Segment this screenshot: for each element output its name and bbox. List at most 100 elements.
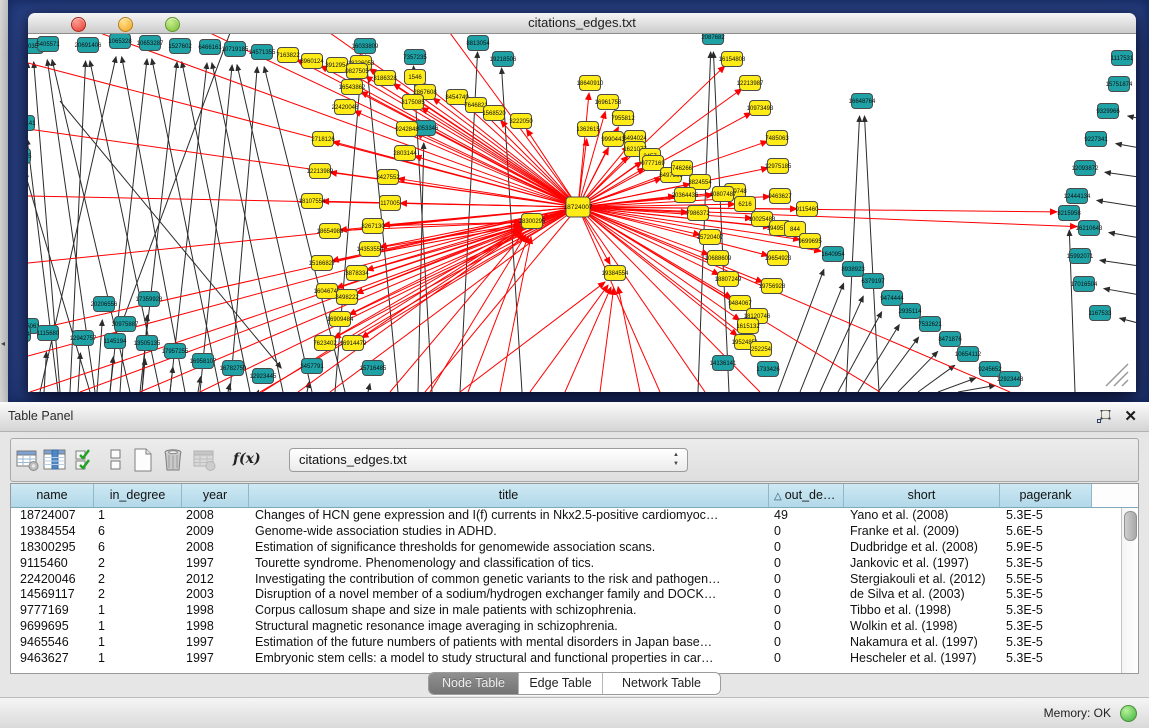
- graph-edge[interactable]: [97, 320, 102, 392]
- graph-node-label: 252254: [751, 347, 772, 353]
- graph-node-label: 8938923: [841, 267, 865, 273]
- graph-edge[interactable]: [152, 59, 220, 392]
- graph-edge[interactable]: [354, 111, 578, 207]
- scrollbar-thumb[interactable]: [1124, 511, 1137, 541]
- graph-edge[interactable]: [230, 67, 257, 392]
- table-row[interactable]: 1456911722003Disruption of a novel membe…: [11, 587, 1122, 603]
- network-canvas[interactable]: 2403554540557120691406106532810653287152…: [28, 34, 1136, 392]
- graph-edge[interactable]: [878, 337, 919, 392]
- graph-edge[interactable]: [1128, 116, 1136, 120]
- graph-node-label: 12093872: [1072, 166, 1099, 172]
- merge-cells-icon[interactable]: [104, 448, 128, 472]
- function-builder-icon[interactable]: f(x): [233, 451, 261, 467]
- graph-nodes[interactable]: 2403554540557120691406106532810653287152…: [28, 34, 1134, 387]
- graph-node-label: 20206556: [91, 302, 118, 308]
- column-header-in_degree[interactable]: in_degree: [94, 484, 182, 507]
- tab-node-table[interactable]: Node Table: [429, 673, 519, 694]
- vertical-scrollbar[interactable]: [1121, 508, 1138, 673]
- column-header-out_de[interactable]: △out_de…: [769, 484, 844, 507]
- network-view-area: ◂ citations_edges.txt: [0, 0, 1149, 402]
- graph-node-label: 7986372: [686, 211, 710, 217]
- float-panel-icon[interactable]: [1097, 410, 1111, 423]
- graph-node-label: 7955812: [611, 116, 635, 122]
- close-panel-icon[interactable]: ✕: [1124, 407, 1137, 426]
- graph-edge[interactable]: [421, 107, 578, 207]
- graph-edge[interactable]: [400, 203, 578, 207]
- table-row[interactable]: 911546021997Tourette syndrome. Phenomeno…: [11, 556, 1122, 572]
- table-row[interactable]: 1938455462009Genome-wide association stu…: [11, 524, 1122, 540]
- graph-edge[interactable]: [368, 384, 370, 392]
- tab-edge-table[interactable]: Edge Table: [519, 673, 603, 694]
- table-cell: Yano et al. (2008): [844, 508, 1000, 524]
- table-column-icon[interactable]: [43, 448, 67, 472]
- column-header-filler: [1092, 484, 1138, 507]
- window-zoom-button[interactable]: [165, 17, 180, 32]
- table-row[interactable]: 1830029562008Estimation of significance …: [11, 540, 1122, 556]
- table-cell: 9777169: [11, 603, 94, 619]
- graph-edge[interactable]: [864, 116, 879, 392]
- tab-network-table[interactable]: Network Table: [603, 673, 720, 694]
- graph-edge[interactable]: [1109, 233, 1136, 239]
- graph-edge[interactable]: [110, 357, 113, 392]
- table-settings-icon[interactable]: [16, 448, 40, 472]
- graph-edge[interactable]: [1105, 172, 1136, 178]
- resize-grip-icon[interactable]: [1106, 364, 1128, 386]
- table-row[interactable]: 2242004622012Investigating the contribut…: [11, 572, 1122, 588]
- graph-node-label: 9115460: [796, 207, 820, 213]
- graph-edge[interactable]: [800, 283, 844, 392]
- column-header-year[interactable]: year: [182, 484, 249, 507]
- table-cell: 19384554: [11, 524, 94, 540]
- graph-edge[interactable]: [578, 207, 660, 392]
- graph-edge[interactable]: [578, 93, 589, 207]
- memory-status-icon[interactable]: [1120, 705, 1137, 722]
- column-header-name[interactable]: name: [11, 484, 94, 507]
- graph-edge[interactable]: [1104, 289, 1136, 296]
- control-panel-splitter[interactable]: ◂: [0, 0, 8, 402]
- graph-edge[interactable]: [347, 227, 523, 297]
- graph-edge[interactable]: [28, 172, 90, 392]
- red-edges[interactable]: [28, 34, 1077, 392]
- table-selector-dropdown[interactable]: citations_edges.txt ▲▼: [289, 448, 688, 472]
- window-close-button[interactable]: [71, 17, 86, 32]
- graph-node-label: 3878334: [345, 271, 369, 277]
- table-row[interactable]: 977716911998Corpus callosum shape and si…: [11, 603, 1122, 619]
- graph-node-label: 10688609: [705, 256, 732, 262]
- column-header-title[interactable]: title: [249, 484, 769, 507]
- table-row[interactable]: 1872400712008Changes of HCN gene express…: [11, 508, 1122, 524]
- graph-edge[interactable]: [1097, 200, 1136, 208]
- graph-node-label: 16958107: [190, 359, 217, 365]
- table-row[interactable]: 946362711997Embryonic stem cells: a mode…: [11, 651, 1122, 667]
- graph-edge[interactable]: [258, 390, 259, 392]
- graph-edge[interactable]: [460, 282, 605, 392]
- window-titlebar[interactable]: citations_edges.txt: [28, 13, 1136, 34]
- table-row[interactable]: 946554611997Estimation of the future num…: [11, 635, 1122, 651]
- table-row[interactable]: 969969511998Structural magnetic resonanc…: [11, 619, 1122, 635]
- graph-edge[interactable]: [600, 288, 614, 392]
- graph-edge[interactable]: [958, 386, 995, 392]
- graph-edge[interactable]: [698, 52, 711, 392]
- table-cell: 0: [769, 587, 844, 603]
- graph-edge[interactable]: [1116, 144, 1136, 149]
- graph-edge[interactable]: [307, 382, 309, 392]
- graph-edge[interactable]: [1120, 318, 1136, 325]
- trash-icon[interactable]: [161, 448, 185, 472]
- graph-node-label: 8186328: [373, 76, 397, 82]
- graph-edge[interactable]: [200, 65, 232, 392]
- graph-edge[interactable]: [565, 287, 611, 392]
- table-cell: 2: [94, 572, 182, 588]
- graph-edge[interactable]: [530, 285, 608, 392]
- graph-edge[interactable]: [1100, 260, 1136, 267]
- new-document-icon[interactable]: [131, 448, 155, 472]
- column-header-pagerank[interactable]: pagerank: [1000, 484, 1092, 507]
- collapse-arrow-icon[interactable]: ◂: [1, 340, 5, 348]
- window-minimize-button[interactable]: [118, 17, 133, 32]
- select-rows-icon[interactable]: [74, 448, 98, 472]
- graph-edge[interactable]: [362, 207, 578, 338]
- citation-graph[interactable]: 2403554540557120691406106532810653287152…: [28, 34, 1136, 392]
- graph-edge[interactable]: [846, 116, 860, 392]
- column-header-short[interactable]: short: [844, 484, 1000, 507]
- graph-node-label: 1167533: [1089, 311, 1113, 317]
- network-window[interactable]: citations_edges.txt 24035545405571206914…: [28, 13, 1136, 392]
- graph-edge[interactable]: [500, 237, 531, 392]
- graph-edge[interactable]: [200, 207, 578, 392]
